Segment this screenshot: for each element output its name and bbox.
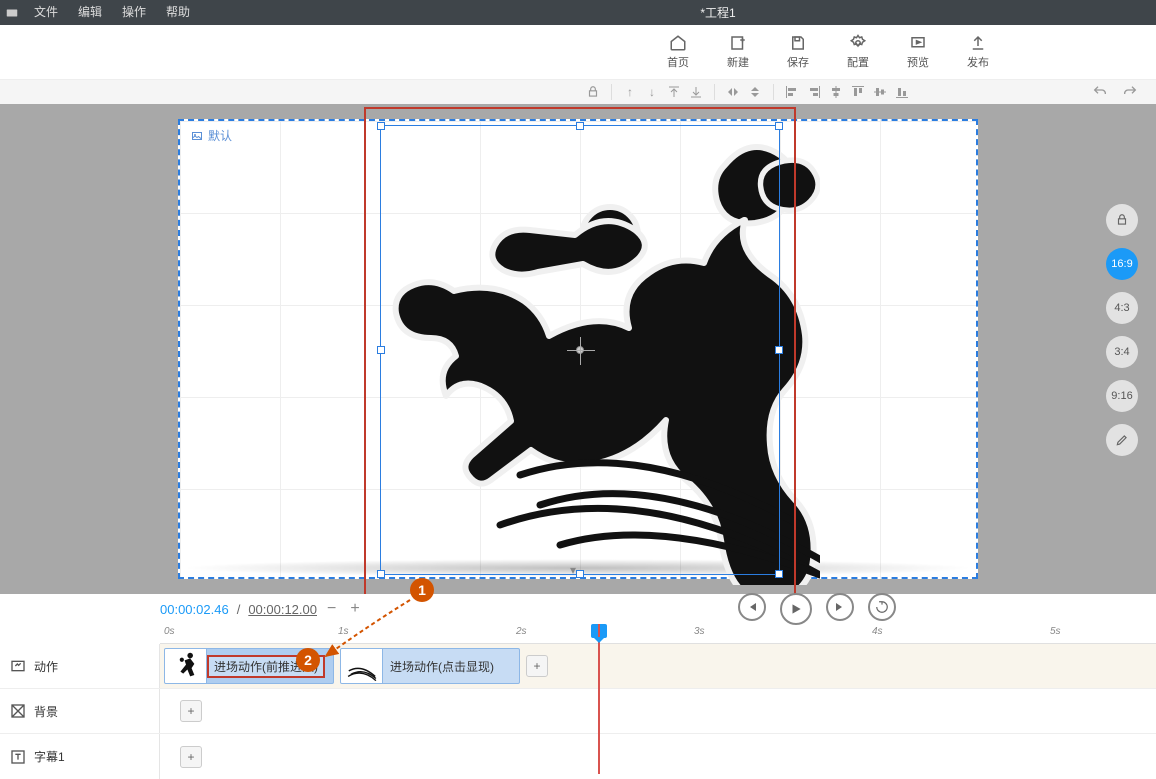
new-button[interactable]: 新建 xyxy=(727,34,749,70)
align-middle-icon[interactable] xyxy=(870,82,890,102)
annotation-1: 1 xyxy=(410,578,434,602)
resize-handle[interactable] xyxy=(775,122,783,130)
timeline-panel: 0s 1s 2s 3s 4s 5s 动作 进场动作(前推进入) xyxy=(0,624,1156,779)
resize-handle[interactable] xyxy=(377,346,385,354)
play-button[interactable] xyxy=(780,593,812,625)
undo-icon[interactable] xyxy=(1090,82,1110,102)
save-button[interactable]: 保存 xyxy=(787,34,809,70)
track-bg: 背景 + xyxy=(0,689,1156,734)
publish-label: 发布 xyxy=(967,54,989,70)
align-left-icon[interactable] xyxy=(782,82,802,102)
lock-ratio-button[interactable] xyxy=(1106,204,1138,236)
ratio-16-9-button[interactable]: 16:9 xyxy=(1106,248,1138,280)
add-bg-button[interactable]: + xyxy=(180,700,202,722)
time-separator: / xyxy=(237,602,241,617)
align-bottom-icon[interactable] xyxy=(892,82,912,102)
resize-handle[interactable] xyxy=(775,346,783,354)
stage[interactable]: 默认 xyxy=(178,119,978,579)
track-head-subtitle[interactable]: 字幕1 xyxy=(0,734,160,779)
align-bar: ↑ ↓ xyxy=(0,80,1156,104)
selection-box[interactable] xyxy=(380,125,780,575)
layer-down-icon[interactable]: ↓ xyxy=(642,82,662,102)
resize-handle[interactable] xyxy=(377,122,385,130)
resize-handle[interactable] xyxy=(377,570,385,578)
ruler-mark: 3s xyxy=(694,626,705,637)
save-label: 保存 xyxy=(787,54,809,70)
menu-help[interactable]: 帮助 xyxy=(156,0,200,25)
resize-handle[interactable] xyxy=(576,122,584,130)
align-right-icon[interactable] xyxy=(804,82,824,102)
current-time: 00:00:02.46 xyxy=(160,602,229,617)
ruler-mark: 5s xyxy=(1050,626,1061,637)
preview-button[interactable]: 预览 xyxy=(907,34,929,70)
align-top-icon[interactable] xyxy=(848,82,868,102)
ruler-mark: 4s xyxy=(872,626,883,637)
publish-button[interactable]: 发布 xyxy=(967,34,989,70)
layer-up-icon[interactable]: ↑ xyxy=(620,82,640,102)
ratio-9-16-button[interactable]: 9:16 xyxy=(1106,380,1138,412)
align-center-icon[interactable] xyxy=(826,82,846,102)
clip-thumb xyxy=(165,649,207,683)
track-head-anim[interactable]: 动作 xyxy=(0,644,160,688)
play-controls xyxy=(738,593,896,625)
anchor-point-icon[interactable] xyxy=(576,346,584,354)
track-subtitle: 字幕1 + xyxy=(0,734,1156,779)
menu-bar: 文件 编辑 操作 帮助 *工程1 xyxy=(0,0,1156,25)
ratio-4-3-button[interactable]: 4:3 xyxy=(1106,292,1138,324)
playback-bar: 00:00:02.46 / 00:00:12.00 − + xyxy=(0,594,1156,624)
ratio-3-4-button[interactable]: 3:4 xyxy=(1106,336,1138,368)
flip-h-icon[interactable] xyxy=(723,82,743,102)
menu-operate[interactable]: 操作 xyxy=(112,0,156,25)
loop-button[interactable] xyxy=(868,593,896,621)
track-anim: 动作 进场动作(前推进入) 进场动作(点击显现) + xyxy=(0,644,1156,689)
track-label: 背景 xyxy=(34,703,58,720)
bg-icon xyxy=(10,703,26,719)
layer-top-icon[interactable] xyxy=(664,82,684,102)
config-button[interactable]: 配置 xyxy=(847,34,869,70)
text-icon xyxy=(10,749,26,765)
canvas-area: 默认 xyxy=(0,104,1156,594)
edit-ratio-button[interactable] xyxy=(1106,424,1138,456)
resize-handle[interactable] xyxy=(576,570,584,578)
anim-icon xyxy=(10,658,26,674)
config-label: 配置 xyxy=(847,54,869,70)
preview-label: 预览 xyxy=(907,54,929,70)
menu-edit[interactable]: 编辑 xyxy=(68,0,112,25)
flip-v-icon[interactable] xyxy=(745,82,765,102)
annotation-arrow-icon xyxy=(318,596,418,666)
home-label: 首页 xyxy=(667,54,689,70)
chevron-down-icon[interactable]: ▾ xyxy=(570,563,576,577)
menu-file[interactable]: 文件 xyxy=(24,0,68,25)
redo-icon[interactable] xyxy=(1120,82,1140,102)
lock-icon[interactable] xyxy=(583,82,603,102)
prev-button[interactable] xyxy=(738,593,766,621)
new-label: 新建 xyxy=(727,54,749,70)
add-subtitle-button[interactable]: + xyxy=(180,746,202,768)
main-toolbar: 首页 新建 保存 配置 预览 发布 xyxy=(0,25,1156,80)
ruler-mark: 2s xyxy=(516,626,527,637)
add-clip-button[interactable]: + xyxy=(526,655,548,677)
page-title: *工程1 xyxy=(618,4,818,21)
next-button[interactable] xyxy=(826,593,854,621)
ruler-mark: 0s xyxy=(164,626,175,637)
scene-label: 默认 xyxy=(190,127,232,144)
timeline-ruler[interactable]: 0s 1s 2s 3s 4s 5s xyxy=(160,624,1156,644)
resize-handle[interactable] xyxy=(775,570,783,578)
total-time[interactable]: 00:00:12.00 xyxy=(248,602,317,617)
layer-bottom-icon[interactable] xyxy=(686,82,706,102)
track-label: 字幕1 xyxy=(34,748,65,765)
track-label: 动作 xyxy=(34,658,58,675)
app-icon xyxy=(0,6,24,20)
track-head-bg[interactable]: 背景 xyxy=(0,689,160,733)
annotation-2: 2 xyxy=(296,648,320,672)
home-button[interactable]: 首页 xyxy=(667,34,689,70)
ratio-panel: 16:9 4:3 3:4 9:16 xyxy=(1106,204,1138,456)
